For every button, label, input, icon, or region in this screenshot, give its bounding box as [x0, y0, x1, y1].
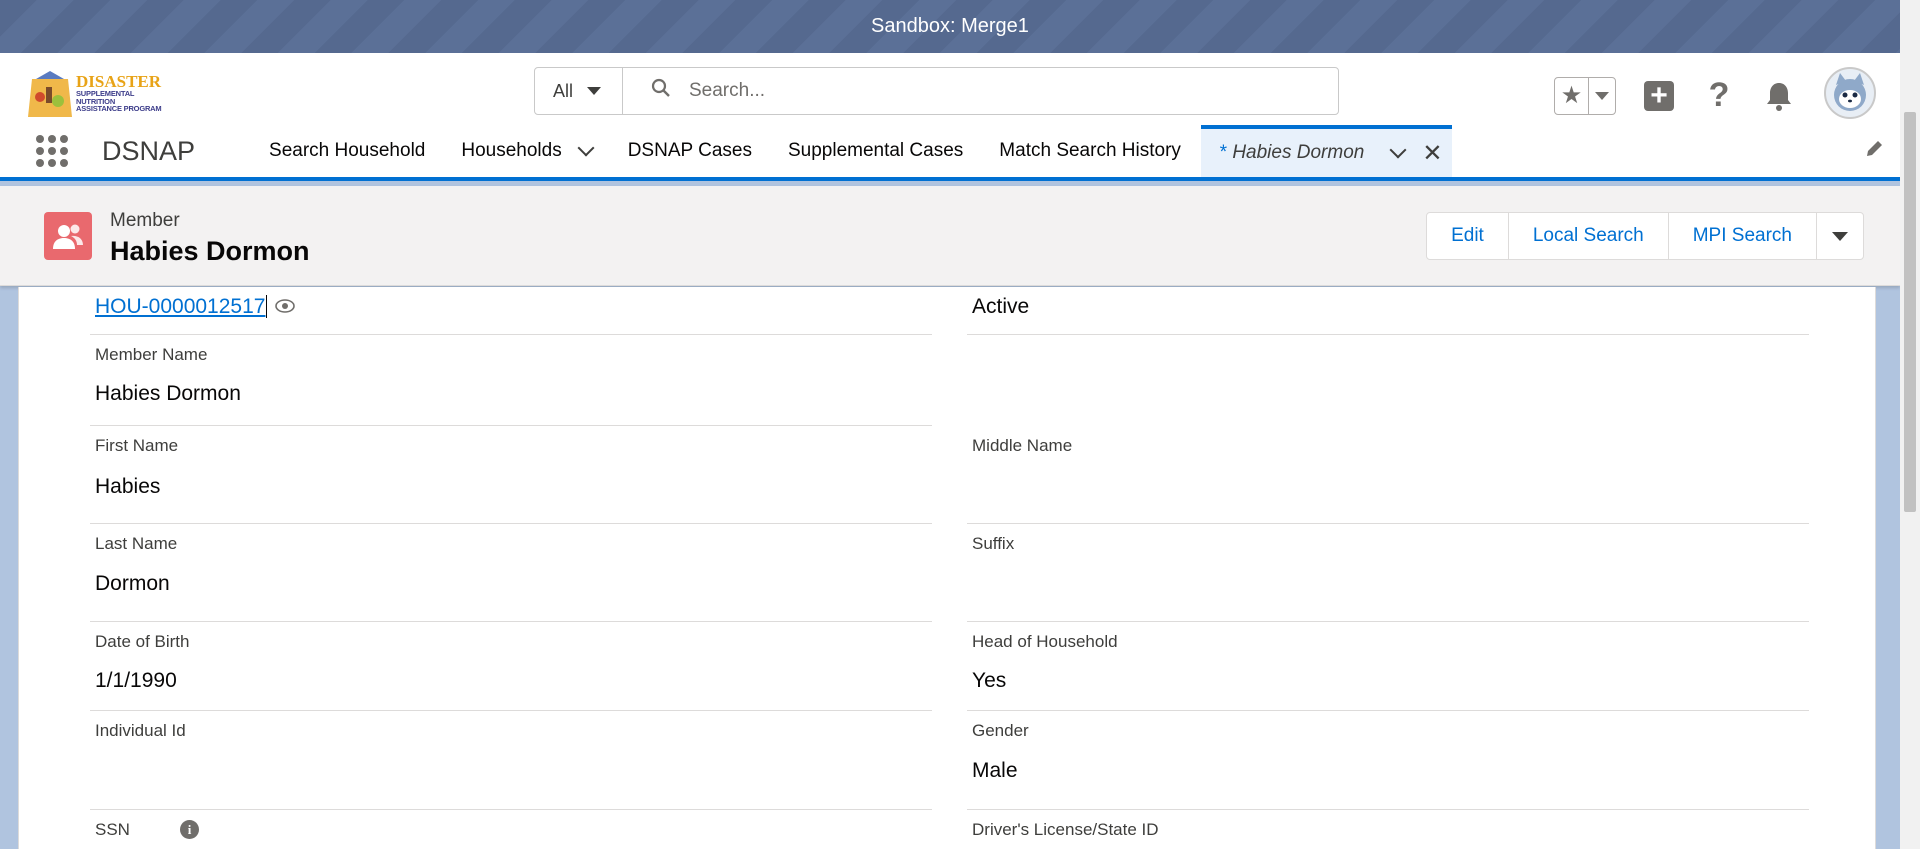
unsaved-indicator: * [1218, 142, 1227, 163]
eye-icon[interactable] [275, 295, 296, 319]
field-label: Suffix [972, 534, 1015, 553]
field-label: Middle Name [972, 436, 1073, 455]
close-icon[interactable]: ✕ [1422, 139, 1442, 168]
mpi-search-button[interactable]: MPI Search [1669, 213, 1817, 259]
last-name-field: Last Name Dormon [90, 525, 932, 622]
app-nav-bar: DSNAP Search Household Households DSNAP … [0, 125, 1900, 181]
record-detail-panel: HOU-0000012517 Active Member Name Habies… [18, 287, 1876, 849]
star-icon[interactable]: ★ [1555, 77, 1589, 114]
global-header: DISASTER SUPPLEMENTAL NUTRITION ASSISTAN… [0, 53, 1900, 181]
record-header: Member Habies Dormon Edit Local Search M… [0, 186, 1900, 286]
record-title: Habies Dormon [110, 236, 310, 266]
field-label: Last Name [95, 534, 178, 553]
chevron-down-icon [1595, 91, 1609, 100]
search-icon [651, 78, 671, 104]
edit-nav-icon[interactable] [1864, 139, 1884, 165]
favorites-button-group: ★ [1554, 76, 1616, 115]
bell-icon[interactable] [1762, 79, 1796, 113]
tab-label: Habies Dormon [1232, 142, 1365, 163]
logo-bag-icon [28, 69, 72, 117]
field-value: Habies Dormon [95, 382, 241, 405]
global-search: All [534, 67, 1339, 115]
nav-item-households[interactable]: Households [443, 125, 609, 177]
nav-item-search-household[interactable]: Search Household [251, 125, 443, 177]
app-launcher-icon[interactable] [36, 135, 68, 167]
middle-name-field: Middle Name [967, 427, 1809, 524]
logo-subtitle-2: ASSISTANCE PROGRAM [76, 104, 162, 114]
tab-habies-dormon[interactable]: * Habies Dormon ✕ [1200, 125, 1453, 177]
sandbox-label: Sandbox: Merge1 [871, 15, 1029, 37]
favorites-menu-button[interactable] [1589, 78, 1615, 114]
help-icon[interactable]: ? [1702, 76, 1736, 114]
record-type: Member [110, 210, 180, 231]
chevron-down-icon[interactable] [1389, 141, 1407, 159]
logo-subtitle-1: SUPPLEMENTAL NUTRITION [76, 89, 135, 106]
field-label: Individual Id [95, 721, 186, 740]
status-value: Active [972, 295, 1030, 318]
scrollbar-thumb[interactable] [1904, 112, 1916, 512]
app-name: DSNAP [102, 135, 196, 166]
chevron-down-icon [1832, 231, 1848, 241]
search-scope-label: All [553, 80, 574, 101]
field-label: Date of Birth [95, 632, 190, 651]
sandbox-banner: Sandbox: Merge1 [0, 0, 1900, 53]
nav-item-dsnap-cases[interactable]: DSNAP Cases [610, 125, 770, 177]
avatar[interactable] [1824, 67, 1876, 119]
field-label: SSN [95, 820, 130, 839]
search-input[interactable] [689, 80, 1289, 102]
suffix-field: Suffix [967, 525, 1809, 622]
head-of-household-field: Head of Household Yes [967, 623, 1809, 711]
status-field: Active [967, 287, 1809, 335]
search-scope-dropdown[interactable]: All [535, 68, 623, 114]
app-logo[interactable]: DISASTER SUPPLEMENTAL NUTRITION ASSISTAN… [28, 67, 168, 119]
more-actions-button[interactable] [1817, 213, 1863, 259]
date-of-birth-field: Date of Birth 1/1/1990 [90, 623, 932, 711]
info-icon[interactable]: i [180, 820, 199, 839]
field-value: Yes [972, 669, 1007, 692]
field-value: Male [972, 759, 1018, 782]
nav-item-supplemental-cases[interactable]: Supplemental Cases [770, 125, 981, 177]
local-search-button[interactable]: Local Search [1509, 213, 1669, 259]
drivers-license-field: Driver's License/State ID [967, 811, 1809, 849]
global-actions-button[interactable]: + [1642, 79, 1676, 113]
ssn-field: SSN i [90, 811, 932, 849]
household-link[interactable]: HOU-0000012517 [95, 295, 265, 318]
field-value: Dormon [95, 572, 170, 595]
logo-title: DISASTER [76, 72, 162, 92]
field-value: Habies [95, 475, 161, 498]
record-actions: Edit Local Search MPI Search [1426, 212, 1864, 260]
nav-item-match-search-history[interactable]: Match Search History [981, 125, 1199, 177]
caret-down-icon [587, 87, 602, 95]
member-name-field: Member Name Habies Dormon [90, 336, 932, 426]
edit-button[interactable]: Edit [1427, 213, 1509, 259]
gender-field: Gender Male [967, 712, 1809, 810]
field-label: Gender [972, 721, 1029, 740]
first-name-field: First Name Habies [90, 427, 932, 524]
member-icon [44, 212, 92, 260]
field-label: First Name [95, 436, 179, 455]
field-label: Member Name [95, 345, 208, 364]
chevron-down-icon[interactable] [577, 139, 595, 157]
page-scrollbar[interactable] [1900, 0, 1920, 849]
field-label: Head of Household [972, 632, 1118, 651]
individual-id-field: Individual Id [90, 712, 932, 810]
field-value: 1/1/1990 [95, 669, 177, 692]
field-label: Driver's License/State ID [972, 820, 1159, 839]
household-field: HOU-0000012517 [90, 287, 932, 335]
plus-icon: + [1644, 80, 1674, 111]
